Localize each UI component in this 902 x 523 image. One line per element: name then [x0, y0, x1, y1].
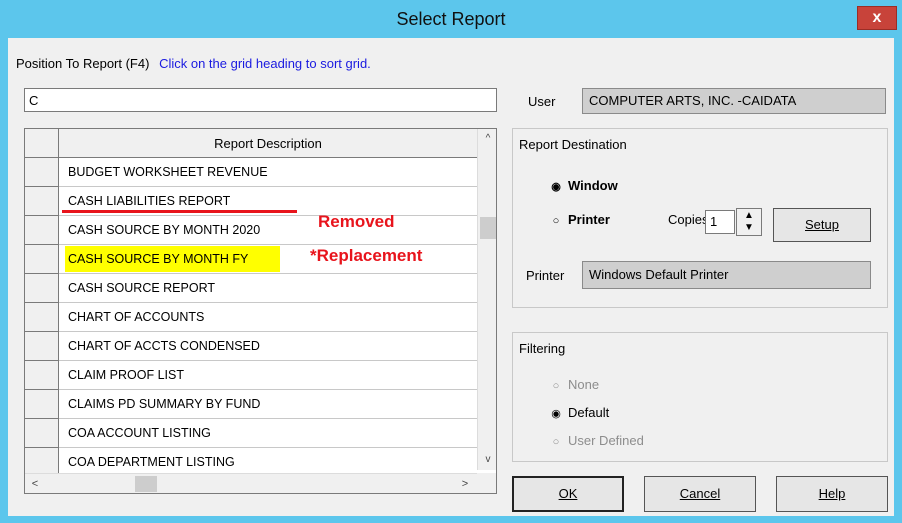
scrollbar-corner: [477, 473, 496, 493]
scroll-right-icon[interactable]: >: [455, 474, 475, 493]
row-selector[interactable]: [25, 187, 59, 216]
cell-text: CHART OF ACCOUNTS: [68, 310, 205, 324]
cell-text: CASH LIABILITIES REPORT: [68, 194, 231, 208]
copies-input[interactable]: 1: [705, 210, 735, 234]
row-selector[interactable]: [25, 245, 59, 274]
filter-none-label: None: [568, 377, 600, 392]
report-destination-title: Report Destination: [519, 137, 627, 152]
select-report-window: Select Report x Position To Report (F4) …: [0, 0, 902, 523]
user-label: User: [528, 94, 556, 109]
report-description-cell[interactable]: COA ACCOUNT LISTING: [59, 419, 477, 448]
scroll-down-icon[interactable]: v: [478, 450, 496, 470]
row-selector[interactable]: [25, 390, 59, 419]
close-button[interactable]: x: [857, 6, 897, 30]
printer-radio[interactable]: ○ Printer: [550, 212, 610, 227]
scroll-left-icon[interactable]: <: [25, 474, 45, 493]
replacement-annotation: *Replacement: [310, 246, 423, 265]
report-grid: Report Description BUDGET WORKSHEET REVE…: [24, 128, 497, 494]
cancel-button-label: Cancel: [679, 486, 721, 501]
table-row[interactable]: CHART OF ACCTS CONDENSED: [25, 332, 477, 361]
cell-text: CHART OF ACCTS CONDENSED: [68, 339, 260, 353]
row-selector[interactable]: [25, 274, 59, 303]
row-selector[interactable]: [25, 303, 59, 332]
ok-button[interactable]: OK: [512, 476, 624, 512]
report-description-cell[interactable]: CLAIM PROOF LIST: [59, 361, 477, 390]
row-selector[interactable]: [25, 332, 59, 361]
table-row[interactable]: COA ACCOUNT LISTING: [25, 419, 477, 448]
spin-down-icon[interactable]: ▼: [737, 222, 761, 234]
help-button-label: Help: [818, 486, 846, 501]
window-radio-label: Window: [568, 178, 618, 193]
report-description-cell[interactable]: CHART OF ACCTS CONDENSED: [59, 332, 477, 361]
horizontal-scroll-thumb[interactable]: [135, 476, 157, 492]
cancel-button[interactable]: Cancel: [644, 476, 756, 512]
report-description-cell[interactable]: CASH SOURCE REPORT: [59, 274, 477, 303]
copies-spinner[interactable]: ▲ ▼: [736, 208, 762, 236]
sort-hint: Click on the grid heading to sort grid.: [159, 56, 371, 71]
setup-button-label: Setup: [805, 217, 839, 232]
radio-empty-icon: ○: [552, 215, 560, 227]
cell-text: COA ACCOUNT LISTING: [68, 426, 211, 440]
table-row[interactable]: CHART OF ACCOUNTS: [25, 303, 477, 332]
table-row[interactable]: CASH SOURCE REPORT: [25, 274, 477, 303]
row-selector[interactable]: [25, 158, 59, 187]
table-row[interactable]: BUDGET WORKSHEET REVENUE: [25, 158, 477, 187]
removed-annotation: Removed: [318, 212, 395, 231]
window-title: Select Report: [396, 9, 506, 29]
horizontal-scrollbar[interactable]: < >: [25, 473, 477, 493]
cell-text: CLAIM PROOF LIST: [68, 368, 184, 382]
position-to-report-input[interactable]: [24, 88, 497, 112]
cell-text: CASH SOURCE REPORT: [68, 281, 216, 295]
printer-radio-label: Printer: [568, 212, 610, 227]
removed-strike-line: [62, 210, 297, 213]
vertical-scrollbar[interactable]: ^ v: [477, 129, 496, 470]
spin-up-icon[interactable]: ▲: [737, 210, 761, 222]
table-row[interactable]: CASH SOURCE BY MONTH 2020: [25, 216, 477, 245]
report-description-cell[interactable]: CHART OF ACCOUNTS: [59, 303, 477, 332]
grid-corner-cell: [25, 129, 59, 158]
user-field: COMPUTER ARTS, INC. -CAIDATA: [582, 88, 886, 114]
filter-default-radio[interactable]: ◉ Default: [550, 405, 609, 420]
filter-user-defined-label: User Defined: [568, 433, 644, 448]
row-selector[interactable]: [25, 216, 59, 245]
position-label-text: Position To Report (F4): [16, 56, 150, 71]
help-button[interactable]: Help: [776, 476, 888, 512]
radio-selected-icon: ◉: [551, 181, 561, 193]
cell-text-highlighted: CASH SOURCE BY MONTH FY: [65, 246, 281, 272]
table-row[interactable]: CLAIMS PD SUMMARY BY FUND: [25, 390, 477, 419]
radio-empty-icon: ○: [552, 436, 560, 448]
window-radio[interactable]: ◉ Window: [550, 178, 618, 193]
filter-default-label: Default: [568, 405, 610, 420]
radio-empty-icon: ○: [552, 380, 560, 392]
table-row[interactable]: CLAIM PROOF LIST: [25, 361, 477, 390]
setup-button[interactable]: Setup: [773, 208, 871, 242]
cell-text: BUDGET WORKSHEET REVENUE: [68, 165, 268, 179]
row-selector[interactable]: [25, 361, 59, 390]
copies-label: Copies: [668, 212, 709, 227]
printer-field: Windows Default Printer: [582, 261, 871, 289]
report-description-cell[interactable]: CLAIMS PD SUMMARY BY FUND: [59, 390, 477, 419]
ok-button-label: OK: [558, 486, 578, 501]
grid-column-header-report-description[interactable]: Report Description: [59, 129, 477, 158]
cell-text: CLAIMS PD SUMMARY BY FUND: [68, 397, 261, 411]
radio-selected-icon: ◉: [551, 408, 561, 420]
report-description-cell[interactable]: CASH SOURCE BY MONTH 2020: [59, 216, 477, 245]
filter-none-radio[interactable]: ○ None: [550, 377, 599, 392]
report-description-cell[interactable]: BUDGET WORKSHEET REVENUE: [59, 158, 477, 187]
row-selector[interactable]: [25, 419, 59, 448]
scroll-up-icon[interactable]: ^: [478, 129, 496, 149]
printer-field-label: Printer: [526, 268, 565, 283]
vertical-scroll-thumb[interactable]: [480, 217, 496, 239]
cell-text: CASH SOURCE BY MONTH 2020: [68, 223, 261, 237]
title-bar[interactable]: Select Report x: [0, 0, 902, 38]
position-to-report-label: Position To Report (F4) Click on the gri…: [16, 56, 371, 71]
filter-user-defined-radio[interactable]: ○ User Defined: [550, 433, 644, 448]
filtering-title: Filtering: [519, 341, 566, 356]
cell-text: COA DEPARTMENT LISTING: [68, 455, 235, 469]
